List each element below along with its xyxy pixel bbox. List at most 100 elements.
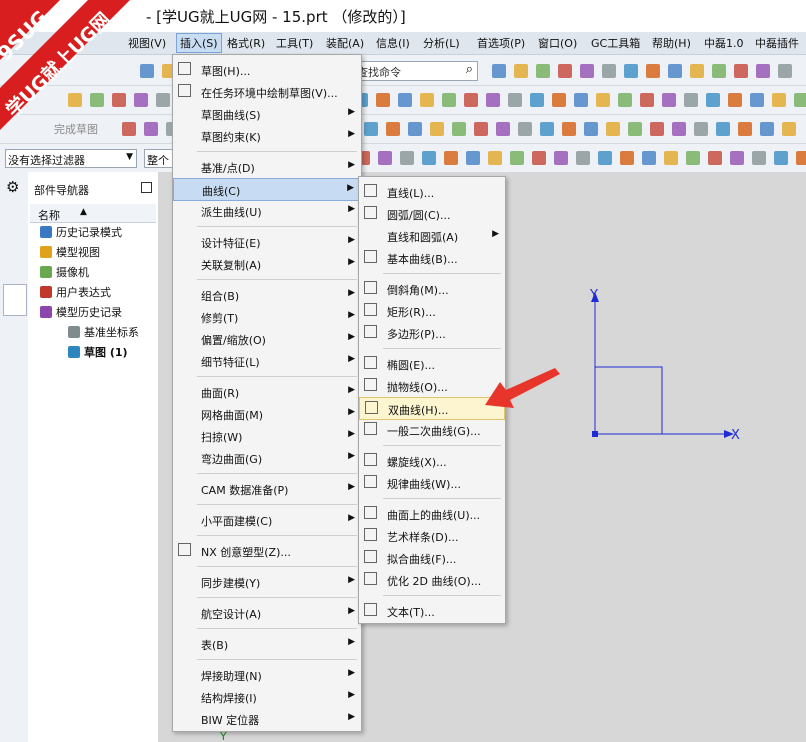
- toolbar-tool-icon[interactable]: [640, 93, 654, 107]
- toolbar-tool-icon[interactable]: [750, 93, 764, 107]
- navigator-row[interactable]: 模型历史记录: [40, 304, 122, 320]
- toolbar-tool-icon[interactable]: [796, 151, 806, 165]
- toolbar-tool-icon[interactable]: [628, 122, 642, 136]
- toolbar-tool-icon[interactable]: [672, 122, 686, 136]
- toolbar-tool-icon[interactable]: [778, 64, 792, 78]
- menu-item[interactable]: 多边形(P)...: [359, 322, 505, 343]
- toolbar-tool-icon[interactable]: [794, 93, 806, 107]
- toolbar-tool-icon[interactable]: [576, 151, 590, 165]
- toolbar-tool-icon[interactable]: [728, 93, 742, 107]
- toolbar-tool-icon[interactable]: [602, 64, 616, 78]
- toolbar-tool-icon[interactable]: [156, 93, 170, 107]
- toolbar-tool-icon[interactable]: [530, 93, 544, 107]
- toolbar-tool-icon[interactable]: [760, 122, 774, 136]
- menu-item[interactable]: 优化 2D 曲线(O)...: [359, 569, 505, 590]
- menu-item[interactable]: 插入(S): [176, 33, 222, 53]
- toolbar-tool-icon[interactable]: [364, 122, 378, 136]
- toolbar-tool-icon[interactable]: [466, 151, 480, 165]
- menu-item[interactable]: 倒斜角(M)...: [359, 278, 505, 299]
- menu-item[interactable]: 表(B) ▶: [173, 633, 361, 654]
- toolbar-tool-icon[interactable]: [558, 64, 572, 78]
- toolbar-tool-icon[interactable]: [508, 93, 522, 107]
- toolbar-tool-icon[interactable]: [772, 93, 786, 107]
- menu-item[interactable]: 草图约束(K) ▶: [173, 125, 361, 146]
- toolbar-tool-icon[interactable]: [624, 64, 638, 78]
- menu-item[interactable]: 窗口(O): [538, 35, 577, 51]
- toolbar-tool-icon[interactable]: [518, 122, 532, 136]
- menu-item[interactable]: NX 创意塑型(Z)...: [173, 540, 361, 561]
- toolbar-tool-icon[interactable]: [584, 122, 598, 136]
- toolbar-tool-icon[interactable]: [562, 122, 576, 136]
- menu-item[interactable]: 信息(I): [376, 35, 410, 51]
- menu-item[interactable]: 格式(R): [227, 35, 265, 51]
- toolbar-tool-icon[interactable]: [642, 151, 656, 165]
- menu-item[interactable]: 草图(H)...: [173, 59, 361, 80]
- toolbar-tool-icon[interactable]: [684, 93, 698, 107]
- toolbar-tool-icon[interactable]: [552, 93, 566, 107]
- navigator-row[interactable]: 历史记录模式: [40, 224, 122, 240]
- menu-item[interactable]: 同步建模(Y) ▶: [173, 571, 361, 592]
- menu-item[interactable]: 曲面上的曲线(U)...: [359, 503, 505, 524]
- menu-item[interactable]: 网格曲面(M) ▶: [173, 403, 361, 424]
- toolbar-tool-icon[interactable]: [650, 122, 664, 136]
- menu-item[interactable]: BIW 定位器 ▶: [173, 708, 361, 729]
- toolbar-tool-icon[interactable]: [554, 151, 568, 165]
- toolbar-tool-icon[interactable]: [420, 93, 434, 107]
- toolbar-tool-icon[interactable]: [782, 122, 796, 136]
- toolbar-tool-icon[interactable]: [474, 122, 488, 136]
- toolbar-tool-icon[interactable]: [452, 122, 466, 136]
- menu-item[interactable]: 组合(B) ▶: [173, 284, 361, 305]
- toolbar-tool-icon[interactable]: [686, 151, 700, 165]
- menu-item[interactable]: 工具(T): [276, 35, 313, 51]
- toolbar-tool-icon[interactable]: [706, 93, 720, 107]
- menu-item[interactable]: 装配(A): [326, 35, 364, 51]
- menu-item[interactable]: 关联复制(A) ▶: [173, 253, 361, 274]
- toolbar-tool-icon[interactable]: [598, 151, 612, 165]
- menu-item[interactable]: 文本(T)...: [359, 600, 505, 621]
- selection-filter-dropdown[interactable]: 没有选择过滤器 ▼: [5, 149, 137, 168]
- menu-item[interactable]: 螺旋线(X)...: [359, 450, 505, 471]
- toolbar-tool-icon[interactable]: [492, 64, 506, 78]
- menu-item[interactable]: 矩形(R)...: [359, 300, 505, 321]
- toolbar-tool-icon[interactable]: [514, 64, 528, 78]
- toolbar-tool-icon[interactable]: [510, 151, 524, 165]
- toolbar-tool-icon[interactable]: [386, 122, 400, 136]
- navigator-row[interactable]: 用户表达式: [40, 284, 111, 300]
- menu-item[interactable]: 首选项(P): [477, 35, 525, 51]
- menu-item[interactable]: 分析(L): [423, 35, 460, 51]
- toolbar-tool-icon[interactable]: [430, 122, 444, 136]
- toolbar-tool-icon[interactable]: [756, 64, 770, 78]
- menu-item[interactable]: 曲面(R) ▶: [173, 381, 361, 402]
- menu-item[interactable]: 艺术样条(D)...: [359, 525, 505, 546]
- search-icon[interactable]: ⌕: [466, 62, 473, 77]
- menu-item[interactable]: 小平面建模(C) ▶: [173, 509, 361, 530]
- menu-item[interactable]: 拟合曲线(F)...: [359, 547, 505, 568]
- menu-item[interactable]: 基本曲线(B)...: [359, 247, 505, 268]
- menu-item[interactable]: CAM 数据准备(P) ▶: [173, 478, 361, 499]
- toolbar-tool-icon[interactable]: [596, 93, 610, 107]
- toolbar-tool-icon[interactable]: [690, 64, 704, 78]
- toolbar-tool-icon[interactable]: [140, 64, 154, 78]
- toolbar-tool-icon[interactable]: [488, 151, 502, 165]
- toolbar-tool-icon[interactable]: [408, 122, 422, 136]
- menu-item[interactable]: 帮助(H): [652, 35, 691, 51]
- navigator-row[interactable]: 草图 (1): [68, 344, 128, 360]
- toolbar-tool-icon[interactable]: [496, 122, 510, 136]
- maximize-icon[interactable]: [141, 182, 152, 193]
- toolbar-tool-icon[interactable]: [662, 93, 676, 107]
- menu-item[interactable]: 规律曲线(W)...: [359, 472, 505, 493]
- toolbar-tool-icon[interactable]: [580, 64, 594, 78]
- toolbar-tool-icon[interactable]: [442, 93, 456, 107]
- menu-item[interactable]: 圆弧/圆(C)...: [359, 203, 505, 224]
- menu-item[interactable]: 弯边曲面(G) ▶: [173, 447, 361, 468]
- gear-icon[interactable]: ⚙: [6, 178, 19, 196]
- navigator-tab[interactable]: [3, 284, 27, 316]
- menu-item[interactable]: 基准/点(D) ▶: [173, 156, 361, 177]
- toolbar-tool-icon[interactable]: [708, 151, 722, 165]
- menu-item[interactable]: 在任务环境中绘制草图(V)...: [173, 81, 361, 102]
- menu-item[interactable]: 偏置/缩放(O) ▶: [173, 328, 361, 349]
- menu-item[interactable]: 结构焊接(I) ▶: [173, 686, 361, 707]
- toolbar-tool-icon[interactable]: [464, 93, 478, 107]
- navigator-row[interactable]: 摄像机: [40, 264, 89, 280]
- menu-item[interactable]: 中磊1.0: [704, 35, 744, 51]
